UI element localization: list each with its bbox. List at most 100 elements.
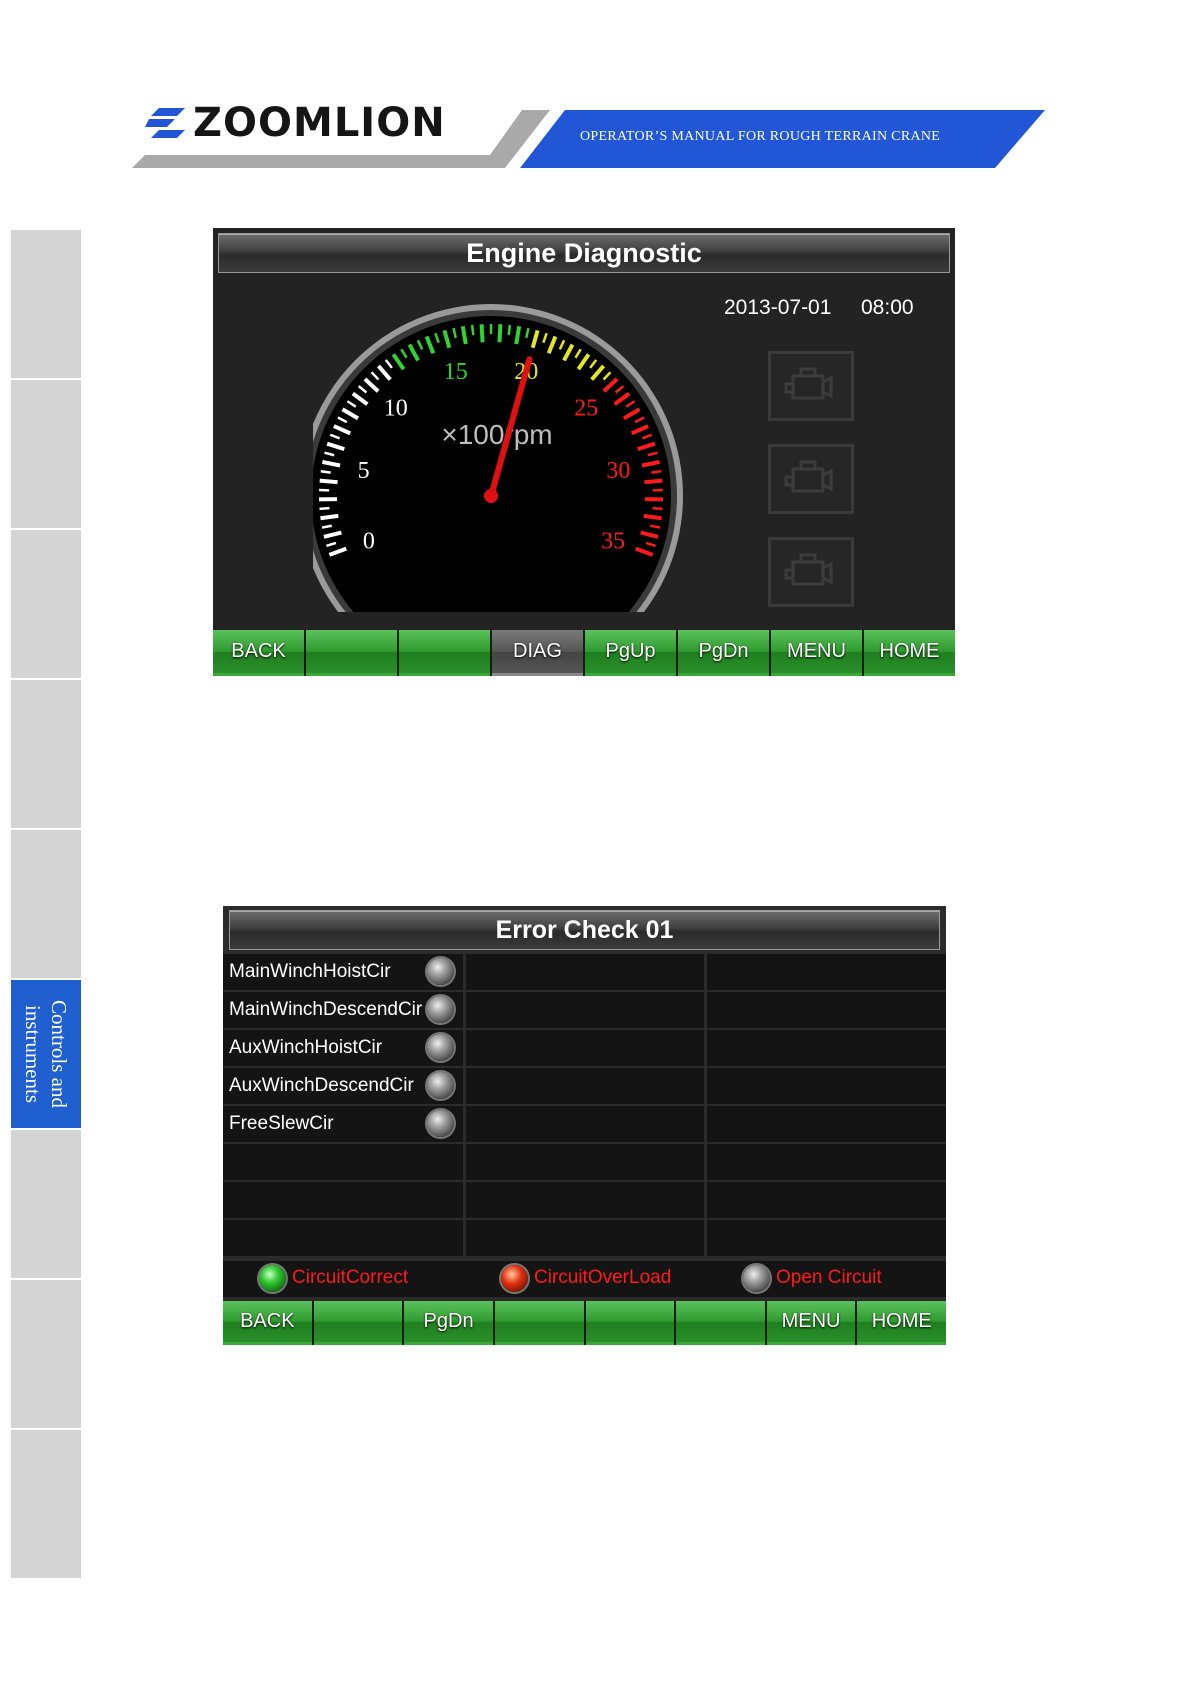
gauge-tick [319,478,338,485]
empty-cell [707,1106,946,1142]
home-button[interactable]: HOME [857,1301,946,1345]
empty-cell [466,992,704,1028]
gauge-tick [651,469,662,474]
time-display: 08:00 [861,296,914,319]
legend-circuit-correct: CircuitCorrect [292,1267,409,1288]
status-led-icon [427,1034,454,1061]
table-row: AuxWinchDescendCir [223,1068,946,1104]
status-led-icon [427,958,454,985]
pgdn-button[interactable]: PgDn [404,1301,493,1345]
gauge-bottom-mask [313,612,753,626]
blank-button-1[interactable] [306,630,397,676]
circuit-name-cell: AuxWinchHoistCir [223,1030,463,1066]
circuit-name-cell [223,1220,463,1256]
gauge-tick-label: 5 [358,458,370,484]
engine-panel-title: Engine Diagnostic [218,233,950,273]
empty-cell [466,1182,704,1218]
side-tab-8[interactable] [11,1280,81,1428]
table-row: FreeSlewCir [223,1106,946,1142]
empty-cell [466,1068,704,1104]
circuit-name-cell: MainWinchHoistCir [223,954,463,990]
gauge-tick [507,324,512,336]
engine-icon [784,553,833,586]
blank-button-3[interactable] [585,1301,675,1345]
empty-cell [707,992,946,1028]
empty-cell [466,1106,704,1142]
error-table: MainWinchHoistCir MainWinchDescendCir AuxW… [223,954,946,1256]
gauge-tick [320,513,339,521]
engine-diagnostic-screen: Engine Diagnostic 2013-07-01 08:00 0 5 10 1… [213,228,955,676]
gauge-tick-label: 10 [384,396,408,422]
table-row: MainWinchHoistCir [223,954,946,990]
side-tab-5[interactable] [11,830,81,978]
circuit-label: MainWinchDescendCir [229,999,423,1020]
table-row [223,1220,946,1256]
status-led-icon [427,1110,454,1137]
empty-cell [466,954,704,990]
side-tab-controls-and-instruments[interactable]: Controls and instruments [11,980,81,1128]
pgdn-button[interactable]: PgDn [678,630,769,676]
back-button[interactable]: BACK [223,1301,312,1345]
gauge-tick [319,506,330,511]
blank-button-2[interactable] [494,1301,584,1345]
gauge-needle-hub [484,489,498,503]
gauge-tick [643,513,662,521]
diag-button[interactable]: DIAG [492,630,583,676]
side-tab-1[interactable] [11,230,81,378]
circuit-label: MainWinchHoistCir [229,961,391,982]
status-led-icon [427,1072,454,1099]
legend-gray-led [743,1265,770,1292]
empty-cell [707,954,946,990]
circuit-name-cell: FreeSlewCir [223,1106,463,1142]
side-tab-3[interactable] [11,530,81,678]
back-button[interactable]: BACK [213,630,304,676]
table-row: MainWinchDescendCir [223,992,946,1028]
side-tab-4[interactable] [11,680,81,828]
menu-button[interactable]: MENU [771,630,862,676]
gauge-tick-label: 25 [574,396,598,422]
side-tab-label: Controls and instruments [11,980,81,1128]
engine-button-bar: BACK DIAG PgUp PgDn MENU HOME [213,630,955,676]
menu-button[interactable]: MENU [766,1301,856,1345]
empty-cell [707,1030,946,1066]
gauge-tick [479,324,485,343]
home-button[interactable]: HOME [864,630,955,676]
table-row [223,1144,946,1180]
gauge-tick [320,469,331,474]
gauge-tick [644,478,663,485]
blank-button-1[interactable] [313,1301,403,1345]
rpm-gauge: 05101520253035×100rpm [313,304,753,626]
warning-box-2 [768,444,854,514]
empty-cell [707,1144,946,1180]
zoomlion-logo-icon [145,108,185,138]
circuit-name-cell: AuxWinchDescendCir [223,1068,463,1104]
empty-cell [707,1220,946,1256]
gauge-tick-label: 15 [444,359,468,385]
side-tab-label-line1: Controls and [47,1000,71,1108]
manual-title: OPERATOR’S MANUAL FOR ROUGH TERRAIN CRAN… [580,129,941,144]
gauge-tick-label: 30 [606,458,630,484]
side-tab-2[interactable] [11,380,81,528]
gauge-tick-label: 35 [601,528,625,554]
side-tab-9[interactable] [11,1430,81,1578]
status-led-icon [427,996,454,1023]
blank-button-4[interactable] [676,1301,765,1345]
side-tab-7[interactable] [11,1130,81,1278]
header-graphic [132,108,1045,168]
engine-icon [784,460,833,493]
gauge-tick-label: 0 [363,528,375,554]
circuit-name-cell [223,1182,463,1218]
gauge-tick [652,506,663,511]
blank-button-2[interactable] [399,630,490,676]
gauge-tick [497,324,503,343]
table-row [223,1182,946,1218]
error-button-bar: BACK PgDn MENU HOME [223,1301,946,1345]
engine-icon [784,367,833,400]
legend-open-circuit: Open Circuit [776,1267,882,1288]
pgup-button[interactable]: PgUp [585,630,676,676]
warning-box-1 [768,351,854,421]
circuit-name-cell: MainWinchDescendCir [223,992,463,1028]
circuit-label: FreeSlewCir [229,1113,334,1134]
empty-cell [466,1220,704,1256]
gauge-unit-label: ×100rpm [441,419,552,450]
